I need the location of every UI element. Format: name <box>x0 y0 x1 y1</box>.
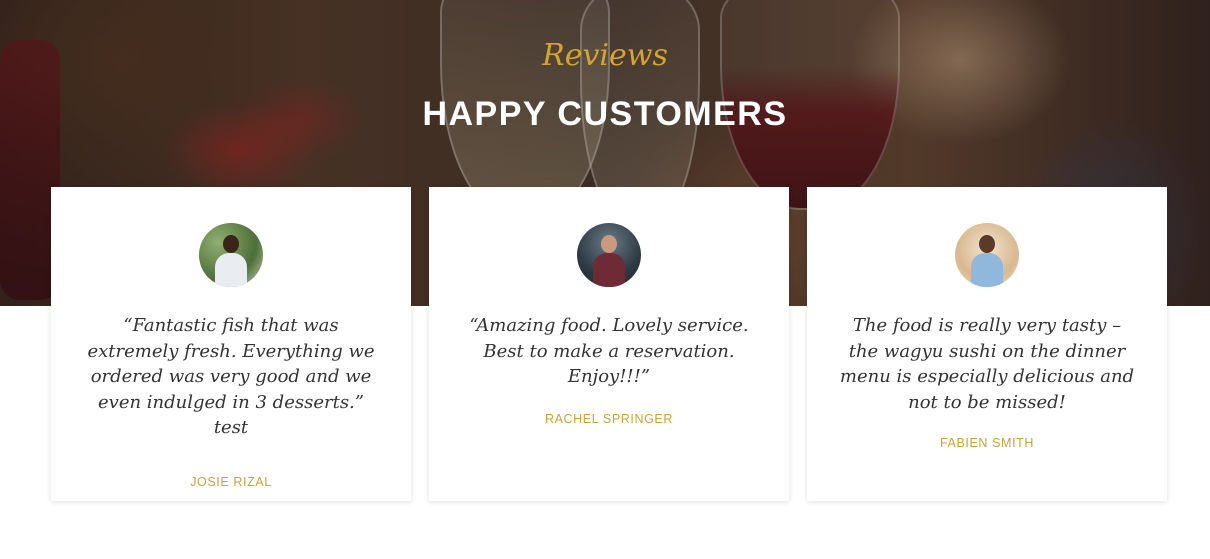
reviewer-name: FABIEN SMITH <box>939 436 1035 450</box>
avatar <box>199 223 263 287</box>
review-quote: The food is really very tasty – the wagy… <box>839 315 1135 413</box>
review-quote: “Amazing food. Lovely service. Best to m… <box>469 315 749 387</box>
review-card: The food is really very tasty – the wagy… <box>807 187 1167 501</box>
section-heading: HAPPY CUSTOMERS <box>422 95 788 133</box>
review-card: “Amazing food. Lovely service. Best to m… <box>429 187 789 501</box>
avatar <box>577 223 641 287</box>
reviewer-name: RACHEL SPRINGER <box>544 411 673 426</box>
reviewer-name: JOSIE RIZAL <box>190 474 272 489</box>
review-card: “Fantastic fish that was extremely fresh… <box>51 187 411 501</box>
review-quote: “Fantastic fish that was extremely fresh… <box>87 315 375 438</box>
section-eyebrow: Reviews <box>542 38 668 73</box>
avatar <box>955 223 1019 287</box>
